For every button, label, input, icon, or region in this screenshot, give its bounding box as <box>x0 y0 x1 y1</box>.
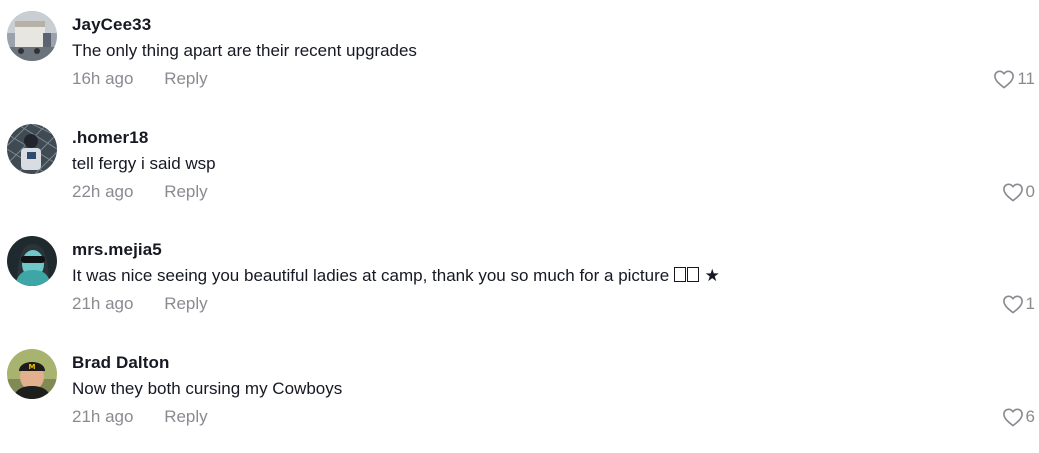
comment-item: .homer18 tell fergy i said wsp 22h ago R… <box>0 121 1039 221</box>
comment-meta: 16h ago Reply <box>72 69 208 89</box>
reply-button[interactable]: Reply <box>164 407 207 426</box>
comment-text: Now they both cursing my Cowboys <box>72 379 343 398</box>
comment-text-body: It was nice seeing you beautiful ladies … <box>72 266 670 285</box>
comment-text: It was nice seeing you beautiful ladies … <box>72 266 720 286</box>
like-count: 6 <box>1025 407 1035 426</box>
comment-item: mrs.mejia5 It was nice seeing you beauti… <box>0 233 1039 333</box>
emoji-placeholder <box>686 267 699 282</box>
like-count: 0 <box>1025 182 1035 201</box>
avatar[interactable] <box>7 236 57 286</box>
comment-meta: 21h ago Reply <box>72 407 208 427</box>
reply-button[interactable]: Reply <box>164 294 207 313</box>
comment-timestamp: 16h ago <box>72 69 134 88</box>
comment-username[interactable]: .homer18 <box>72 128 148 148</box>
comment-text: tell fergy i said wsp <box>72 154 216 173</box>
svg-text:M: M <box>29 363 36 371</box>
comment-username[interactable]: Brad Dalton <box>72 353 169 373</box>
comment-text-suffix: ★ <box>699 266 720 285</box>
heart-outline-icon <box>994 70 1015 89</box>
comment-text: The only thing apart are their recent up… <box>72 41 417 60</box>
emoji-placeholder <box>673 267 686 282</box>
comment-item: M Brad Dalton Now they both cursing my C… <box>0 346 1039 446</box>
reply-button[interactable]: Reply <box>164 69 207 88</box>
like-count: 1 <box>1025 294 1035 313</box>
comment-meta: 22h ago Reply <box>72 182 208 202</box>
comment-timestamp: 21h ago <box>72 294 134 313</box>
comment-item: JayCee33 The only thing apart are their … <box>0 8 1039 108</box>
comment-username[interactable]: JayCee33 <box>72 15 151 35</box>
like-button[interactable]: 0 <box>1002 182 1035 202</box>
like-count: 11 <box>1017 69 1035 88</box>
comment-timestamp: 22h ago <box>72 182 134 201</box>
like-button[interactable]: 6 <box>1002 407 1035 427</box>
heart-outline-icon <box>1002 183 1023 202</box>
avatar[interactable]: M <box>7 349 57 399</box>
comment-username[interactable]: mrs.mejia5 <box>72 240 162 260</box>
comment-meta: 21h ago Reply <box>72 294 208 314</box>
heart-outline-icon <box>1002 408 1023 427</box>
avatar[interactable] <box>7 11 57 61</box>
reply-button[interactable]: Reply <box>164 182 207 201</box>
comment-timestamp: 21h ago <box>72 407 134 426</box>
like-button[interactable]: 11 <box>993 69 1035 89</box>
like-button[interactable]: 1 <box>1002 294 1035 314</box>
heart-outline-icon <box>1002 295 1023 314</box>
avatar[interactable] <box>7 124 57 174</box>
